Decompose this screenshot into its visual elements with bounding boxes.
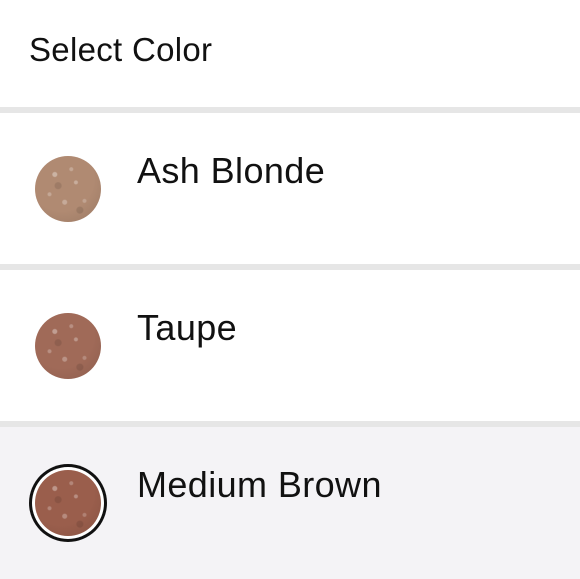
color-option-label: Ash Blonde — [137, 150, 326, 191]
page-title: Select Color — [29, 31, 213, 68]
color-option-label: Taupe — [137, 307, 238, 348]
color-option-ash-blonde[interactable]: Ash Blonde — [0, 113, 580, 264]
color-swatch-icon — [35, 156, 101, 222]
header: Select Color — [0, 0, 580, 107]
color-option-medium-brown[interactable]: Medium Brown — [0, 427, 580, 579]
color-option-label: Medium Brown — [137, 464, 382, 505]
color-swatch-icon — [35, 313, 101, 379]
color-selector-panel: Select Color Ash Blonde Taupe Medium Bro… — [0, 0, 580, 579]
swatch-container — [29, 150, 107, 228]
color-swatch-icon — [35, 470, 101, 536]
color-option-taupe[interactable]: Taupe — [0, 270, 580, 421]
swatch-container — [29, 464, 107, 542]
swatch-container — [29, 307, 107, 385]
